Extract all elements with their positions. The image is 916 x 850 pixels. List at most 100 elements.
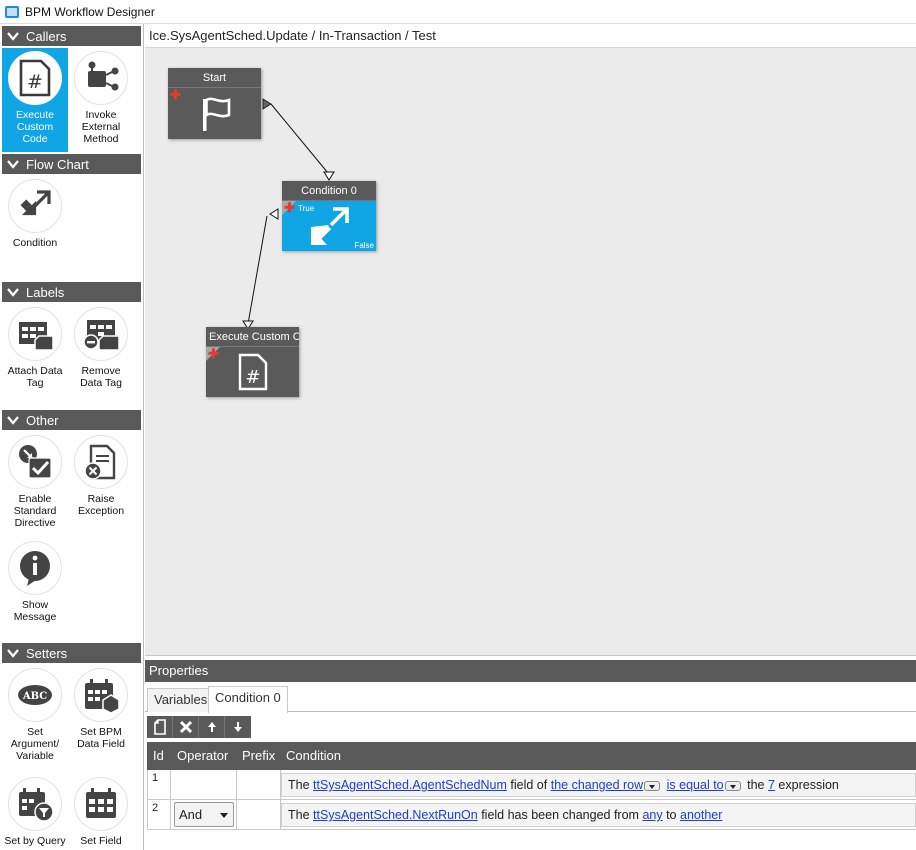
- arrow-down-icon: [234, 722, 242, 732]
- tool-enable-standard-directive[interactable]: Enable Standard Directive: [2, 432, 68, 544]
- workflow-canvas[interactable]: Start ✚ Condition 0 ✚ True False Execute…: [145, 48, 916, 656]
- tool-label: Enable Standard Directive: [13, 493, 57, 529]
- row-id: 1: [147, 770, 171, 800]
- chevron-down-icon: [7, 32, 19, 41]
- field-link[interactable]: ttSysAgentSched.NextRunOn: [313, 808, 478, 822]
- prefix-cell[interactable]: [237, 770, 281, 800]
- field-link[interactable]: ttSysAgentSched.AgentSchedNum: [313, 778, 507, 792]
- bpm-data-field-icon: [74, 668, 128, 722]
- column-header-id: Id: [153, 748, 164, 763]
- attach-tag-icon: [8, 307, 62, 361]
- table-row[interactable]: 1 The ttSysAgentSched.AgentSchedNum fiel…: [147, 770, 916, 800]
- condition-text: the: [747, 778, 765, 792]
- tool-invoke-external-method[interactable]: Invoke External Method: [68, 48, 134, 152]
- delete-condition-button[interactable]: [173, 716, 199, 738]
- calendar-grid-icon: [74, 777, 128, 831]
- move-down-button[interactable]: [225, 716, 251, 738]
- column-header-prefix: Prefix: [242, 748, 276, 763]
- tool-attach-data-tag[interactable]: Attach Data Tag: [2, 304, 68, 406]
- node-execute-custom-code[interactable]: Execute Custom Co ✚ #: [206, 327, 299, 397]
- condition-icon: [282, 201, 376, 251]
- query-filter-icon: [8, 777, 62, 831]
- value-link[interactable]: 7: [768, 778, 775, 792]
- tool-label: Remove Data Tag: [80, 365, 122, 389]
- tab-condition-0[interactable]: Condition 0: [208, 686, 288, 713]
- node-condition[interactable]: Condition 0 ✚ True False: [282, 181, 376, 251]
- comparison-link[interactable]: is equal to: [667, 778, 724, 792]
- section-label: Other: [26, 412, 59, 428]
- condition-toolbar: [147, 716, 251, 738]
- operator-cell: And: [171, 800, 237, 830]
- properties-panel: Properties Variables Condition 0 Id Oper…: [145, 660, 916, 850]
- condition-text: field of: [510, 778, 548, 792]
- tab-variables[interactable]: Variables: [147, 688, 215, 712]
- condition-text: field has been changed from: [481, 808, 639, 822]
- section-label: Callers: [26, 28, 67, 44]
- node-title: Start: [168, 68, 261, 88]
- tool-label: Raise Exception: [77, 493, 125, 517]
- tool-execute-custom-code[interactable]: # Execute Custom Code: [2, 48, 68, 152]
- tool-set-argument-variable[interactable]: ABC Set Argument/ Variable: [2, 665, 68, 775]
- section-labels[interactable]: Labels: [2, 282, 141, 302]
- tool-label: Set BPM Data Field: [77, 726, 125, 750]
- section-label: Labels: [26, 284, 65, 300]
- exception-icon: [74, 435, 128, 489]
- section-setters[interactable]: Setters: [2, 643, 141, 663]
- window-titlebar: BPM Workflow Designer: [0, 0, 916, 24]
- condition-text: to: [666, 808, 677, 822]
- tool-set-field[interactable]: Set Field: [68, 774, 134, 850]
- section-label: Setters: [26, 645, 68, 661]
- table-row[interactable]: 2 And The ttSysAgentSched.NextRunOn fiel…: [147, 800, 916, 830]
- breadcrumb: Ice.SysAgentSched.Update / In-Transactio…: [145, 24, 916, 48]
- output-port-start[interactable]: [262, 98, 272, 110]
- tool-remove-data-tag[interactable]: Remove Data Tag: [68, 304, 134, 406]
- svg-text:ABC: ABC: [22, 691, 47, 702]
- new-page-icon: [153, 719, 166, 735]
- chevron-down-icon: [7, 288, 19, 297]
- condition-expression: The ttSysAgentSched.AgentSchedNum field …: [281, 773, 916, 797]
- row-scope-dropdown[interactable]: [644, 780, 661, 791]
- tool-condition[interactable]: Condition: [2, 176, 68, 278]
- tool-palette: Callers # Execute Custom Code Invoke Ext…: [0, 24, 144, 850]
- move-up-button[interactable]: [199, 716, 225, 738]
- tool-set-bpm-data-field[interactable]: Set BPM Data Field: [68, 665, 134, 767]
- code-file-icon: #: [8, 51, 62, 105]
- svg-text:#: #: [245, 367, 260, 388]
- remove-tag-icon: [74, 307, 128, 361]
- operator-select[interactable]: And: [174, 802, 234, 827]
- row-id: 2: [147, 800, 171, 830]
- tool-label: Condition: [12, 237, 58, 249]
- tool-set-by-query[interactable]: Set by Query: [2, 774, 68, 850]
- input-port-condition-true[interactable]: [269, 208, 279, 220]
- row-scope-link[interactable]: the changed row: [551, 778, 643, 792]
- section-flow-chart[interactable]: Flow Chart: [2, 154, 141, 174]
- external-method-icon: [74, 51, 128, 105]
- prefix-cell[interactable]: [237, 800, 281, 830]
- operator-cell[interactable]: [171, 770, 237, 800]
- tool-label: Set Argument/ Variable: [10, 726, 60, 762]
- comparison-dropdown[interactable]: [724, 780, 741, 791]
- condition-text: expression: [778, 778, 839, 792]
- node-start[interactable]: Start ✚: [168, 68, 261, 139]
- column-header-condition: Condition: [286, 748, 341, 763]
- from-value-link[interactable]: any: [642, 808, 662, 822]
- tool-raise-exception[interactable]: Raise Exception: [68, 432, 134, 534]
- new-condition-button[interactable]: [147, 716, 173, 738]
- arrowhead: [323, 171, 335, 181]
- delete-icon: [179, 720, 192, 734]
- column-header-operator: Operator: [177, 748, 229, 763]
- tool-show-message[interactable]: Show Message: [2, 538, 68, 640]
- node-title: Condition 0: [282, 181, 376, 201]
- app-icon: [5, 5, 19, 18]
- code-file-icon: #: [206, 347, 299, 397]
- to-value-link[interactable]: another: [680, 808, 722, 822]
- flag-icon: [168, 88, 261, 139]
- section-callers[interactable]: Callers: [2, 26, 141, 46]
- tool-label: Show Message: [13, 599, 57, 623]
- section-other[interactable]: Other: [2, 410, 141, 430]
- properties-tabs: Variables Condition 0: [145, 686, 916, 713]
- connector-condition-to-code: [247, 215, 268, 325]
- chevron-down-icon: [7, 416, 19, 425]
- condition-icon: [8, 179, 62, 233]
- condition-expression: The ttSysAgentSched.NextRunOn field has …: [281, 803, 916, 827]
